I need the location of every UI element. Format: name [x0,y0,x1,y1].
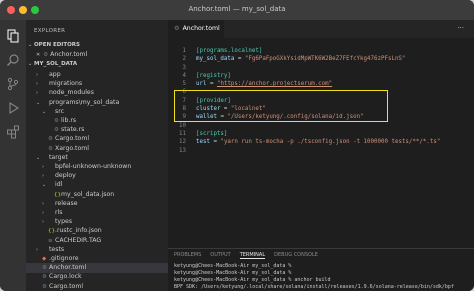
tree-item-label: types [55,218,73,226]
tab-anchor-toml[interactable]: ⚙ Anchor.toml [168,20,224,38]
code-token: url [196,81,207,88]
terminal-line: BPF SDK: /Users/ketyung/.local/share/sol… [174,284,454,290]
tree-item-label: idl [55,181,63,189]
open-editor-item[interactable]: ✕ ⚙ Anchor.toml [36,50,166,60]
line-number: 1 [182,48,187,54]
line-number: 5 [182,81,187,88]
tree-item-label: bpfel-unknown-unknown [55,163,132,170]
line-number: 11 [179,130,186,137]
tree-item-label: tests [49,245,65,253]
code-line: 5 url = "https://anchor.projectserum.com" [168,80,474,88]
terminal-line: ketyung@Chees-MacBook-Air my_sol_data % [174,270,292,276]
code-line: 13 [168,147,474,155]
explorer-header: EXPLORER [34,28,66,34]
tree-item-label: state.rs [61,126,85,134]
source-control-icon[interactable] [6,77,20,91]
settings-file-icon: ⚙ [43,52,49,58]
panel-tab[interactable]: OUTPUT [210,252,230,258]
tree-item-label: CACHEDIR.TAG [55,236,102,244]
line-number: 3 [182,64,187,71]
close-icon[interactable]: ✕ [36,52,40,58]
code-line: 2 my_sol_data = "Fg6PaFpoGXkYsidMpWTK6W2B… [168,55,474,63]
extensions-icon[interactable] [6,125,20,139]
explorer-sidebar: EXPLORER ⌄ OPEN EDITORS ✕ ⚙ Anchor.toml ⌄ MY… [26,20,168,291]
window-title: Anchor.toml — my_sol_data [188,5,286,13]
settings-file-icon: ⚙ [174,25,180,32]
tree-item-label: deploy [55,172,76,180]
code-token: "Fg6PaFpoGXkYsidMpWTK6W2BeZ7FEfcYkg476zP… [244,56,406,63]
panel-tab[interactable]: PROBLEMS [174,252,201,258]
code-token: [scripts] [196,130,228,137]
activity-bar [0,20,26,291]
run-debug-icon[interactable] [6,101,20,115]
project-label: MY_SOL_DATA [34,61,78,67]
terminal-output[interactable]: ketyung@Chees-MacBook-Air my_sol_data % k… [174,263,474,291]
file-type-icon: ⚙ [42,283,47,290]
tree-item-label: app [49,71,61,78]
code-line: 10 [168,122,474,130]
tab-label: Anchor.toml [182,25,220,32]
code-text: [scripts] [196,130,227,138]
code-token: = [206,81,217,88]
tree-item-label: .gitignore [49,255,79,262]
code-text: [programs.localnet] [196,47,262,55]
terminal-line: ketyung@Chees-MacBook-Air my_sol_data % [174,263,292,269]
code-text: url = "https://anchor.projectserum.com" [196,80,332,88]
tree-item-label: Xargo.toml [55,144,89,152]
search-icon[interactable] [6,53,20,67]
tree-item-label: Cargo.toml [55,135,90,143]
bottom-panel: PROBLEMS OUTPUT TERMINAL DEBUG CONSOLE kety… [168,248,474,291]
panel-tab[interactable]: DEBUG CONSOLE [274,252,318,258]
panel-tab[interactable]: TERMINAL [239,252,266,259]
more-actions-icon[interactable]: ··· [457,24,464,32]
panel-tabs: PROBLEMS OUTPUT TERMINAL DEBUG CONSOLE [174,252,327,259]
tree-item-label: .rustc_info.json [55,227,102,235]
code-text: my_sol_data = "Fg6PaFpoGXkYsidMpWTK6W2Be… [196,55,405,63]
tree-item-label: node_modules [49,89,94,97]
code-text: test = "yarn run ts-mocha -p ./tsconfig.… [196,138,440,146]
tree-item-label: rls [55,209,63,216]
terminal-line: ketyung@Chees-MacBook-Air my_sol_data % … [174,277,331,283]
line-number: 12 [179,139,186,146]
code-token: [registry] [196,72,231,79]
code-token: test [196,139,210,146]
code-token: my_sol_data [196,56,235,63]
tree-item-label: lib.rs [61,117,77,124]
tree-item-label: programs\my_sol_data [49,98,120,106]
open-editor-name: Anchor.toml [50,51,88,58]
code-line: 1 [programs.localnet] [168,47,474,55]
open-editors-label: OPEN EDITORS [34,42,80,48]
app-window: Anchor.toml — my_sol_data EXPLORER ⌄ OPE… [0,0,474,291]
code-line: 11 [scripts] [168,130,474,138]
line-number: 4 [182,72,187,79]
editor-area: ⚙ Anchor.toml ··· 1 [programs.localnet] 2 my… [168,20,474,248]
line-number: 13 [179,147,186,154]
tree-item[interactable]: ⚙ Cargo.toml [26,282,168,291]
code-token: "https://anchor.projectserum.com" [216,81,333,88]
code-token: = [209,139,221,146]
editor-tab-bar: ⚙ Anchor.toml ··· [168,20,474,38]
code-token: [programs.localnet] [196,48,263,54]
code-token: "yarn run ts-mocha -p ./tsconfig.json -t… [220,139,441,146]
open-editors-section[interactable]: ⌄ OPEN EDITORS [28,42,80,48]
code-token: = [234,56,245,63]
tree-item-label: src [55,107,65,115]
tree-item-label: Anchor.toml [49,264,87,272]
line-number: 2 [182,56,187,63]
tree-item-label: migrations [49,80,83,88]
project-section[interactable]: ⌄ MY_SOL_DATA [28,61,77,67]
tree-item-label: target [49,153,68,161]
code-line: 3 [168,64,474,72]
tree-item-label: Cargo.lock [49,273,82,281]
tree-item-label: release [55,199,78,207]
line-number: 10 [179,122,186,129]
tree-item-label: Cargo.toml [49,282,84,290]
files-icon[interactable] [6,29,20,43]
highlight-box [174,90,388,122]
title-bar: Anchor.toml — my_sol_data [0,0,474,20]
code-line: 12 test = "yarn run ts-mocha -p ./tsconfi… [168,138,474,146]
tree-item-label: my_sol_data.json [61,190,115,198]
code-line: 4 [registry] [168,72,474,80]
code-text: [registry] [196,72,231,80]
